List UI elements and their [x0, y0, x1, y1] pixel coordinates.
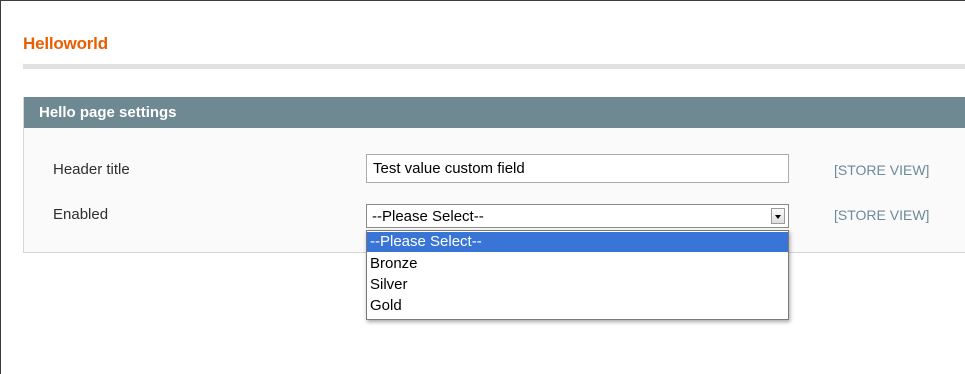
enabled-dropdown-list: --Please Select-- Bronze Silver Gold — [366, 230, 789, 320]
page-title: Helloworld — [23, 34, 108, 53]
enabled-label: Enabled — [53, 206, 109, 223]
enabled-select-value: --Please Select-- — [372, 208, 484, 225]
header-title-input[interactable] — [366, 154, 789, 183]
dropdown-option-silver[interactable]: Silver — [367, 275, 788, 295]
chevron-down-icon[interactable] — [771, 208, 785, 224]
title-divider — [23, 64, 965, 69]
header-title-label: Header title — [53, 161, 130, 178]
fieldset-title: Hello page settings — [39, 104, 177, 121]
dropdown-option-bronze[interactable]: Bronze — [367, 254, 788, 274]
enabled-scope: [STORE VIEW] — [834, 207, 930, 223]
fieldset-header[interactable]: Hello page settings — [24, 97, 965, 128]
dropdown-option-please-select[interactable]: --Please Select-- — [367, 232, 788, 252]
dropdown-option-gold[interactable]: Gold — [367, 296, 788, 316]
enabled-select[interactable]: --Please Select-- — [366, 204, 789, 228]
header-title-scope: [STORE VIEW] — [834, 162, 930, 178]
